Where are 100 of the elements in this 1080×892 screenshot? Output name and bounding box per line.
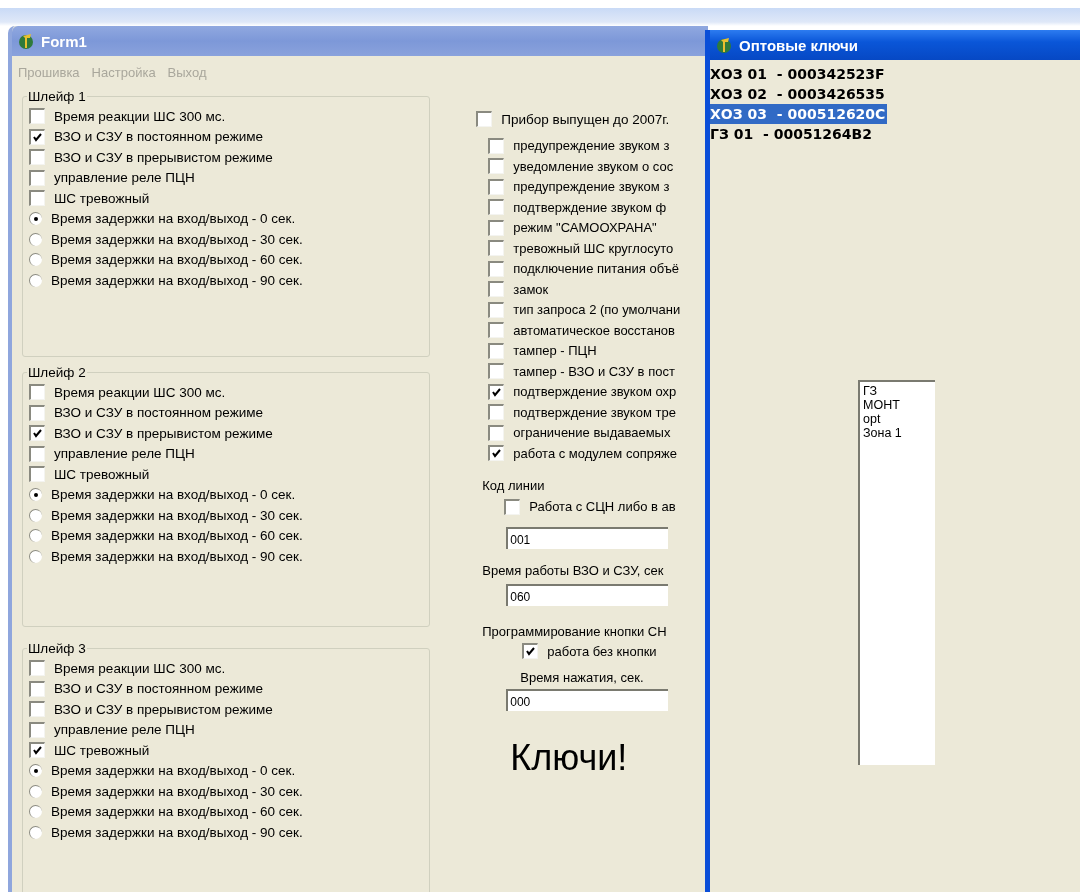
- checkbox[interactable]: [29, 384, 45, 401]
- radio-label: Время задержки на вход/выход - 0 сек.: [51, 211, 296, 227]
- checkbox[interactable]: [488, 240, 505, 257]
- radio-label: Время задержки на вход/выход - 60 сек.: [51, 804, 303, 820]
- checkbox-label: подтверждение звуком тре: [513, 404, 676, 420]
- group-title: Шлейф 2: [27, 365, 87, 380]
- radio-label: Время задержки на вход/выход - 0 сек.: [51, 763, 296, 779]
- checkbox[interactable]: [488, 219, 505, 236]
- radio-button[interactable]: [29, 805, 42, 819]
- radio-label: Время задержки на вход/выход - 90 сек.: [51, 272, 303, 288]
- checkbox[interactable]: [504, 498, 521, 515]
- checkbox-label: ВЗО и СЗУ в постоянном режиме: [54, 129, 264, 145]
- checkbox[interactable]: [29, 680, 45, 697]
- checkbox-label: управление реле ПЦН: [54, 170, 195, 186]
- checkbox[interactable]: [488, 137, 505, 154]
- radio-button[interactable]: [29, 273, 42, 287]
- checkbox[interactable]: [29, 445, 45, 462]
- checkbox[interactable]: [488, 424, 505, 441]
- radio-button[interactable]: [29, 212, 42, 226]
- key-list-item[interactable]: ХОЗ 02 - 0003426535: [710, 84, 887, 104]
- checkbox[interactable]: [29, 466, 45, 483]
- input-field[interactable]: 060: [506, 584, 669, 606]
- radio-label: Время задержки на вход/выход - 60 сек.: [51, 252, 303, 268]
- radio-button[interactable]: [29, 549, 42, 563]
- checkbox[interactable]: [488, 342, 505, 359]
- checkbox-label: уведомление звуком о сос: [513, 158, 674, 174]
- checkbox-label: Время реакции ШС 300 мс.: [54, 660, 226, 676]
- group-title: Шлейф 3: [27, 641, 87, 656]
- checkbox[interactable]: [488, 363, 505, 380]
- checkbox-label: режим "САМООХРАНА": [513, 220, 657, 236]
- radio-button[interactable]: [29, 529, 42, 543]
- checkbox-label: управление реле ПЦН: [54, 722, 195, 738]
- checkbox[interactable]: [488, 445, 505, 462]
- key-list-item[interactable]: ХОЗ 01 - 000342523F: [710, 64, 887, 84]
- checkbox-label: предупреждение звуком з: [513, 138, 670, 154]
- radio-button[interactable]: [29, 764, 42, 778]
- radio-button[interactable]: [29, 784, 42, 798]
- key-list-item[interactable]: ХОЗ 03 - 000512620C: [710, 104, 888, 124]
- window-title: Оптовые ключи: [739, 36, 858, 54]
- radio-button[interactable]: [29, 488, 42, 502]
- radio-label: Время задержки на вход/выход - 30 сек.: [51, 231, 303, 247]
- checkbox[interactable]: [488, 260, 505, 277]
- radio-label: Время задержки на вход/выход - 90 сек.: [51, 548, 303, 564]
- radio-button[interactable]: [29, 508, 42, 522]
- checkbox-label: тревожный ШС круглосуто: [513, 240, 674, 256]
- checkbox-label: ШС тревожный: [54, 190, 150, 206]
- radio-label: Время задержки на вход/выход - 0 сек.: [51, 487, 296, 503]
- checkbox[interactable]: [476, 111, 493, 128]
- checkbox[interactable]: [29, 404, 45, 421]
- radio-button[interactable]: [29, 253, 42, 267]
- checkbox[interactable]: [488, 301, 505, 318]
- list-item[interactable]: ГЗ: [863, 384, 932, 398]
- window-title: Form1: [41, 32, 87, 50]
- checkbox[interactable]: [29, 190, 45, 207]
- checkbox-label: тампер - ВЗО и СЗУ в пост: [513, 363, 675, 379]
- checkbox-label: автоматическое восстанов: [513, 322, 675, 338]
- checkbox[interactable]: [488, 178, 505, 195]
- checkbox[interactable]: [488, 322, 505, 339]
- list-item[interactable]: Зона 1: [863, 426, 932, 440]
- checkbox-label: предупреждение звуком з: [513, 179, 670, 195]
- checkbox[interactable]: [29, 128, 45, 145]
- checkbox[interactable]: [29, 425, 45, 442]
- checkbox[interactable]: [488, 158, 505, 175]
- input-field[interactable]: 001: [506, 527, 669, 549]
- checkbox-label: ВЗО и СЗУ в прерывистом режиме: [54, 425, 273, 441]
- input-field[interactable]: 000: [506, 688, 669, 711]
- checkbox-label: ВЗО и СЗУ в постоянном режиме: [54, 681, 264, 697]
- field-label: Время нажатия, сек.: [520, 669, 645, 685]
- checkbox[interactable]: [522, 643, 539, 660]
- checkbox[interactable]: [488, 199, 505, 216]
- list-box[interactable]: ГЗ МОНТ opt Зона 1: [858, 380, 935, 765]
- field-label: Код линии: [482, 477, 546, 493]
- checkbox-label: тампер - ПЦН: [513, 343, 597, 359]
- checkbox-label: подтверждение звуком ф: [513, 199, 667, 215]
- checkbox[interactable]: [488, 281, 505, 298]
- key-list-item[interactable]: ГЗ 01 - 00051264B2: [710, 124, 874, 144]
- checkbox[interactable]: [488, 404, 505, 421]
- checkbox-label: ВЗО и СЗУ в прерывистом режиме: [54, 149, 273, 165]
- radio-button[interactable]: [29, 825, 42, 839]
- checkbox[interactable]: [29, 169, 45, 186]
- checkbox-label: управление реле ПЦН: [54, 446, 195, 462]
- checkbox[interactable]: [488, 383, 505, 400]
- checkbox[interactable]: [29, 721, 45, 738]
- checkbox-label: тип запроса 2 (по умолчани: [513, 302, 681, 318]
- checkbox[interactable]: [29, 660, 45, 677]
- checkbox-label: Время реакции ШС 300 мс.: [54, 384, 226, 400]
- checkbox-label: подтверждение звуком охр: [513, 384, 677, 400]
- checkbox-label: замок: [513, 281, 549, 297]
- group-title: Шлейф 1: [27, 89, 87, 104]
- checkbox[interactable]: [29, 742, 45, 759]
- checkbox-label: работа с модулем сопряже: [513, 445, 677, 461]
- checkbox[interactable]: [29, 108, 45, 125]
- checkbox[interactable]: [29, 149, 45, 166]
- radio-button[interactable]: [29, 232, 42, 246]
- list-item[interactable]: МОНТ: [863, 398, 932, 412]
- checkbox[interactable]: [29, 701, 45, 718]
- checkbox-label: ограничение выдаваемых: [513, 425, 671, 441]
- app-icon: [18, 32, 36, 50]
- radio-label: Время задержки на вход/выход - 30 сек.: [51, 783, 303, 799]
- list-item[interactable]: opt: [863, 412, 932, 426]
